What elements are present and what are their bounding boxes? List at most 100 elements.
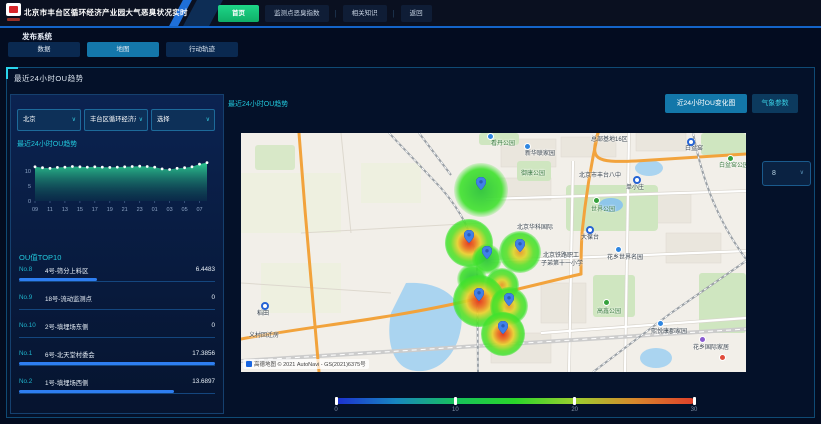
publish-tab-3[interactable]: 行动轨迹 bbox=[166, 42, 238, 57]
top10-site-name: 2号-填埋场东侧 bbox=[45, 322, 88, 331]
svg-text:07: 07 bbox=[196, 207, 202, 213]
map-place-label: 大葆台 bbox=[581, 235, 599, 242]
svg-text:15: 15 bbox=[77, 207, 83, 213]
nav-separator: | bbox=[393, 9, 395, 18]
map-pin-marker[interactable] bbox=[464, 230, 474, 243]
nav-item-4[interactable]: 返回 bbox=[401, 5, 432, 22]
map-pin-marker[interactable] bbox=[498, 321, 508, 334]
filter-selects: 北京 ∨ 丰台区循环经济产∨选择∨ bbox=[17, 109, 215, 131]
top10-row: No.8 4号-筛分上料区 6.4483 bbox=[11, 266, 223, 288]
map-place-label: 世界公园 bbox=[591, 207, 615, 214]
svg-text:11: 11 bbox=[47, 207, 53, 213]
park-icon bbox=[603, 299, 610, 306]
svg-text:13: 13 bbox=[62, 207, 68, 213]
nav-item-1[interactable]: 首页 bbox=[218, 5, 259, 22]
map-pin-marker[interactable] bbox=[474, 288, 484, 301]
page-title: 北京市丰台区循环经济产业园大气恶臭状况实时 bbox=[24, 0, 188, 26]
top10-bar-fill bbox=[19, 278, 97, 281]
trend-chart-title: 最近24小时OU趋势 bbox=[17, 139, 77, 149]
map-pin-marker[interactable] bbox=[476, 177, 486, 190]
publish-system-label: 发布系统 bbox=[22, 31, 52, 42]
map-place-label: 看丹公园 bbox=[491, 141, 515, 148]
top10-rank: No.8 bbox=[19, 266, 32, 273]
chevron-down-icon: ∨ bbox=[800, 162, 804, 185]
top10-bar-track bbox=[19, 306, 215, 310]
heatmap-blob-low bbox=[454, 163, 508, 217]
park-icon bbox=[727, 155, 734, 162]
ou-trend-chart: 0510091113151719212301030507 bbox=[11, 151, 223, 215]
top10-value: 0 bbox=[211, 322, 215, 329]
map-place-label: 稻田 bbox=[257, 311, 269, 318]
chevron-down-icon: ∨ bbox=[72, 110, 76, 130]
map-place-label: 花乡国际家居 bbox=[693, 345, 729, 352]
top10-value: 6.4483 bbox=[196, 266, 215, 273]
amap-logo-icon bbox=[246, 361, 252, 367]
nav-separator: | bbox=[335, 9, 337, 18]
ou-color-legend bbox=[336, 398, 694, 404]
map-pin-marker[interactable] bbox=[515, 239, 525, 252]
publish-tabs: 数据地图行动轨迹 bbox=[8, 42, 238, 57]
top10-site-name: 4号-筛分上料区 bbox=[45, 266, 88, 275]
metro-icon bbox=[261, 302, 269, 310]
map-pin-marker[interactable] bbox=[482, 246, 492, 259]
top10-rank: No.10 bbox=[19, 322, 36, 329]
panel-title: 最近24小时OU趋势 bbox=[14, 73, 84, 84]
top10-row: No.16号-北天堂村委会17.3856 bbox=[11, 350, 223, 372]
filter-select-3[interactable]: 选择∨ bbox=[151, 109, 215, 131]
map-layer-dropdown[interactable]: 8 ∨ bbox=[762, 161, 811, 186]
ou-change-map-button[interactable]: 近24小时OU变化图 bbox=[665, 94, 747, 113]
svg-text:23: 23 bbox=[137, 207, 143, 213]
svg-text:0: 0 bbox=[28, 199, 31, 205]
svg-text:10: 10 bbox=[25, 169, 31, 175]
legend-tick-mark bbox=[573, 397, 576, 405]
legend-tick-mark bbox=[335, 397, 338, 405]
map-place-label: 子弟第十一小学 bbox=[541, 261, 583, 268]
app-header: 北京市丰台区循环经济产业园大气恶臭状况实时 首页监测点恶臭指数 | 相关知识 | 返回 bbox=[0, 0, 821, 28]
map-place-label: 高鑫公园 bbox=[597, 309, 621, 316]
top10-row: No.918号-流动监测点0 bbox=[11, 294, 223, 316]
select-value: 选择 bbox=[157, 110, 170, 130]
filter-select-2[interactable]: 丰台区循环经济产∨ bbox=[84, 109, 148, 131]
legend-tick-label: 20 bbox=[563, 407, 587, 413]
main-nav: 首页监测点恶臭指数 | 相关知识 | 返回 bbox=[218, 4, 432, 22]
top10-row: No.10 2号-填埋场东侧 0 bbox=[11, 322, 223, 344]
map-place-label: 新华联家园 bbox=[525, 151, 555, 158]
left-panel: 北京∨丰台区循环经济产∨选择∨ 最近24小时OU趋势 0510091113151… bbox=[10, 94, 224, 414]
metro-icon bbox=[687, 138, 695, 146]
select-value: 北京 bbox=[23, 110, 36, 130]
top10-rank: No.9 bbox=[19, 294, 32, 301]
legend-tick-label: 30 bbox=[682, 407, 706, 413]
poi-icon bbox=[657, 320, 664, 327]
map-place-label: 花乡世界名园 bbox=[607, 255, 643, 262]
map-place-label: 北京铁路职工 bbox=[543, 253, 579, 260]
top10-value: 17.3856 bbox=[192, 350, 215, 357]
poi-icon bbox=[524, 143, 531, 150]
top10-site-name: 6号-北天堂村委会 bbox=[45, 350, 95, 359]
map-pin-marker[interactable] bbox=[504, 293, 514, 306]
top10-bar-track bbox=[19, 278, 215, 282]
nav-item-3[interactable]: 相关知识 bbox=[343, 5, 387, 22]
heatmap-blob-high bbox=[481, 312, 525, 356]
legend-tick-mark bbox=[693, 397, 696, 405]
weather-params-button[interactable]: 气象参数 bbox=[752, 94, 798, 113]
legend-tick-label: 10 bbox=[443, 407, 467, 413]
heatmap-blob-mid bbox=[499, 231, 541, 273]
nav-item-2[interactable]: 监测点恶臭指数 bbox=[265, 5, 329, 22]
top10-bar-track bbox=[19, 390, 215, 394]
poi-icon bbox=[719, 354, 726, 361]
top10-rank: No.2 bbox=[19, 378, 32, 385]
dashboard-root: 北京市丰台区循环经济产业园大气恶臭状况实时 首页监测点恶臭指数|相关知识|返回 … bbox=[0, 0, 821, 424]
map-canvas[interactable]: 看丹公园总部基地16区新华联家园御康公园北京市丰台八中白盆窑白盆窑公园单小庄世界… bbox=[241, 133, 746, 372]
publish-tab-1[interactable]: 数据 bbox=[8, 42, 80, 57]
publish-tab-2[interactable]: 地图 bbox=[87, 42, 159, 57]
mall-icon bbox=[699, 336, 706, 343]
map-place-label: 御康公园 bbox=[521, 171, 545, 178]
svg-text:5: 5 bbox=[28, 184, 31, 190]
legend-tick-label: 0 bbox=[324, 407, 348, 413]
top10-value: 0 bbox=[211, 294, 215, 301]
top10-value: 13.6897 bbox=[192, 378, 215, 385]
svg-text:17: 17 bbox=[92, 207, 98, 213]
app-logo-subtext bbox=[7, 18, 20, 21]
map-place-label: 义村回迁房 bbox=[249, 333, 279, 340]
filter-select-1[interactable]: 北京 ∨ bbox=[17, 109, 81, 131]
